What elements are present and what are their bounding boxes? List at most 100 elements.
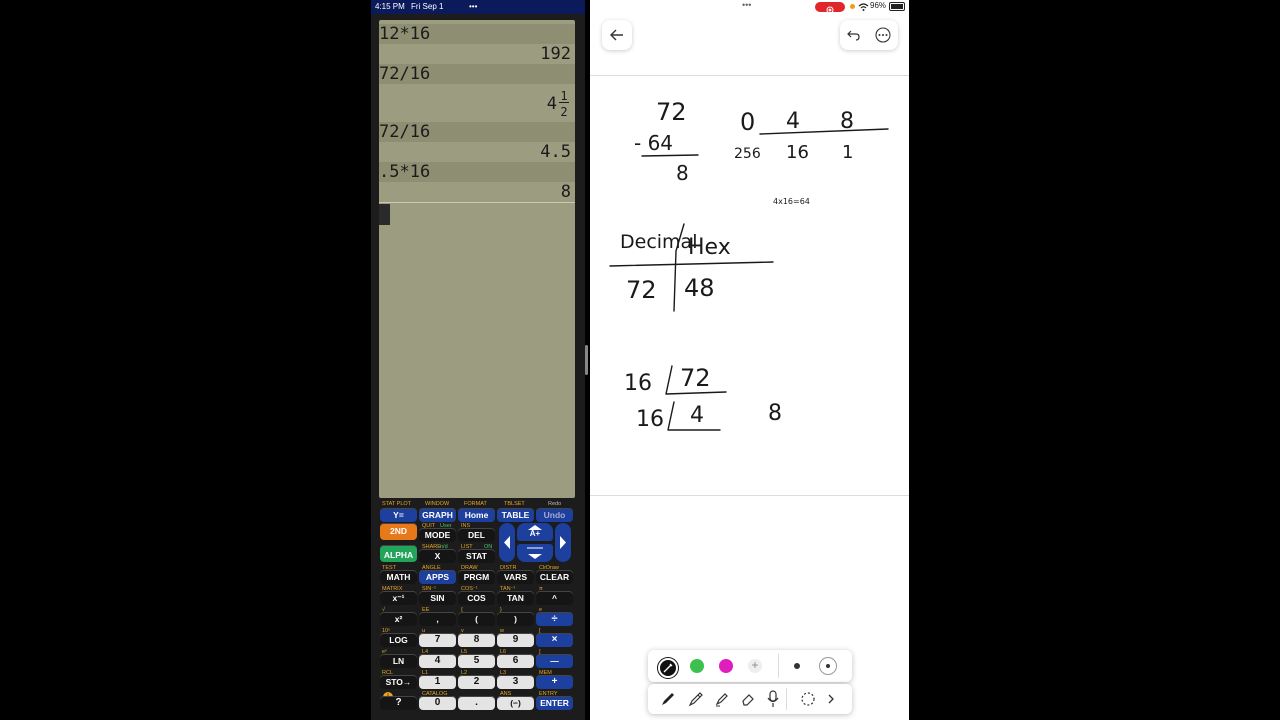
mode-key[interactable]: MODE — [419, 528, 456, 542]
subtract-key[interactable]: — — [536, 654, 573, 668]
color-green-swatch[interactable] — [690, 659, 704, 673]
add-key[interactable]: + — [536, 675, 573, 689]
hw-place-digit: 4 — [786, 109, 800, 134]
stroke-medium-option[interactable] — [819, 657, 837, 675]
inverse-key[interactable]: x⁻¹ — [380, 591, 417, 605]
del-key[interactable]: DEL — [458, 528, 495, 542]
log-key[interactable]: LOG — [380, 633, 417, 647]
close-paren-key[interactable]: ) — [497, 612, 534, 626]
square-key[interactable]: x² — [380, 612, 417, 626]
six-key[interactable]: 6 — [497, 654, 534, 668]
add-color-icon[interactable]: + — [748, 659, 762, 673]
back-arrow-icon — [610, 29, 623, 41]
notes-app: ••• 96% 72 - 64 8 0 4 8 256 16 1 4x16=64… — [590, 0, 909, 720]
zero-key[interactable]: 0 — [419, 696, 456, 710]
undo-key[interactable]: Undo — [536, 508, 573, 522]
help-key[interactable]: ? — [380, 696, 417, 710]
vars-key[interactable]: VARS — [497, 570, 534, 584]
nine-key[interactable]: 9 — [497, 633, 534, 647]
color-magenta-swatch[interactable] — [719, 659, 733, 673]
highlighter-tool-icon[interactable] — [714, 691, 730, 707]
power-key[interactable]: ^ — [536, 591, 573, 605]
two-key[interactable]: 2 — [458, 675, 495, 689]
hw-sub-top: 72 — [656, 98, 687, 126]
header-actions — [840, 20, 898, 50]
seven-key[interactable]: 7 — [419, 633, 456, 647]
history-output[interactable]: 4.5 — [379, 142, 575, 162]
math-key[interactable]: MATH — [380, 570, 417, 584]
hw-table-value: 72 — [626, 276, 657, 304]
history-output[interactable]: 192 — [379, 44, 575, 64]
more-options-icon[interactable] — [875, 27, 891, 43]
stat-key[interactable]: STAT — [458, 549, 495, 563]
hw-place-value: 1 — [842, 142, 853, 163]
home-key[interactable]: Home — [458, 508, 495, 522]
history-input[interactable]: 12*16 — [379, 24, 575, 44]
pen-tool-icon[interactable] — [660, 691, 676, 707]
divide-key[interactable]: ÷ — [536, 612, 573, 626]
tan-key[interactable]: TAN — [497, 591, 534, 605]
graph-key[interactable]: GRAPH — [419, 508, 456, 522]
multitask-dots[interactable]: ••• — [469, 0, 477, 14]
stroke-thin-option[interactable] — [794, 663, 800, 669]
wifi-icon — [858, 3, 869, 11]
open-paren-key[interactable]: ( — [458, 612, 495, 626]
right-arrow-key[interactable] — [555, 523, 571, 562]
pencil-tool-icon[interactable] — [688, 691, 704, 707]
hw-div-remainder: 8 — [768, 401, 782, 426]
apps-key[interactable]: APPS — [419, 570, 456, 584]
table-key[interactable]: TABLE — [497, 508, 534, 522]
tool-palette — [648, 684, 852, 714]
chevron-right-icon[interactable] — [826, 693, 836, 705]
back-button[interactable] — [602, 20, 632, 50]
left-arrow-key[interactable] — [499, 523, 515, 562]
hw-div-divisor: 16 — [636, 407, 664, 432]
drawing-canvas[interactable]: 72 - 64 8 0 4 8 256 16 1 4x16=64 Decimal… — [590, 76, 909, 495]
undo-icon[interactable] — [847, 29, 861, 41]
x-var-key[interactable]: X — [419, 549, 456, 563]
y-equals-key[interactable]: Y= — [380, 508, 417, 522]
split-view-handle[interactable] — [585, 345, 588, 375]
history-output[interactable]: 8 — [379, 182, 575, 203]
ln-key[interactable]: LN — [380, 654, 417, 668]
arrow-pad: A+ — [499, 523, 573, 563]
calculator-status-bar: 4:15 PM Fri Sep 1 ••• — [371, 0, 585, 14]
alpha-key[interactable]: ALPHA — [380, 545, 417, 562]
clear-key[interactable]: CLEAR — [536, 570, 573, 584]
comma-key[interactable]: , — [419, 612, 456, 626]
multiply-key[interactable]: × — [536, 633, 573, 647]
color-black-swatch[interactable] — [658, 658, 678, 678]
lasso-tool-icon[interactable] — [800, 691, 816, 707]
history-input[interactable]: 72/16 — [379, 122, 575, 142]
battery-percent: 96% — [870, 1, 887, 10]
hw-sub-line — [641, 154, 699, 157]
history-input[interactable]: 72/16 — [379, 64, 575, 84]
up-arrow-key[interactable]: A+ — [517, 523, 553, 541]
decimal-key[interactable]: . — [458, 696, 495, 710]
cos-key[interactable]: COS — [458, 591, 495, 605]
microphone-icon[interactable] — [766, 690, 780, 708]
left-arrow-icon — [504, 536, 510, 549]
prgm-key[interactable]: PRGM — [458, 570, 495, 584]
multitask-dots[interactable]: ••• — [742, 0, 751, 10]
four-key[interactable]: 4 — [419, 654, 456, 668]
three-key[interactable]: 3 — [497, 675, 534, 689]
history-output-fraction[interactable]: 4 1 2 — [379, 84, 575, 122]
five-key[interactable]: 5 — [458, 654, 495, 668]
calculator-app: 4:15 PM Fri Sep 1 ••• 12*16 192 72/16 4 … — [371, 0, 585, 720]
eight-key[interactable]: 8 — [458, 633, 495, 647]
second-key[interactable]: 2ND — [380, 523, 417, 540]
hw-div-dividend: 72 — [680, 364, 711, 392]
hw-table-header: Hex — [688, 235, 731, 260]
enter-key[interactable]: ENTER — [536, 696, 573, 710]
sin-key[interactable]: SIN — [419, 591, 456, 605]
store-key[interactable]: STO→ — [380, 675, 417, 689]
eraser-tool-icon[interactable] — [740, 691, 756, 707]
hw-place-line — [759, 128, 889, 135]
negative-key[interactable]: (−) — [497, 696, 534, 710]
calculator-screen[interactable]: 12*16 192 72/16 4 1 2 72/16 4.5 .5*16 8 — [379, 20, 575, 498]
one-key[interactable]: 1 — [419, 675, 456, 689]
status-time: 4:15 PM — [375, 2, 405, 11]
history-input[interactable]: .5*16 — [379, 162, 575, 182]
down-arrow-key[interactable] — [517, 544, 553, 562]
